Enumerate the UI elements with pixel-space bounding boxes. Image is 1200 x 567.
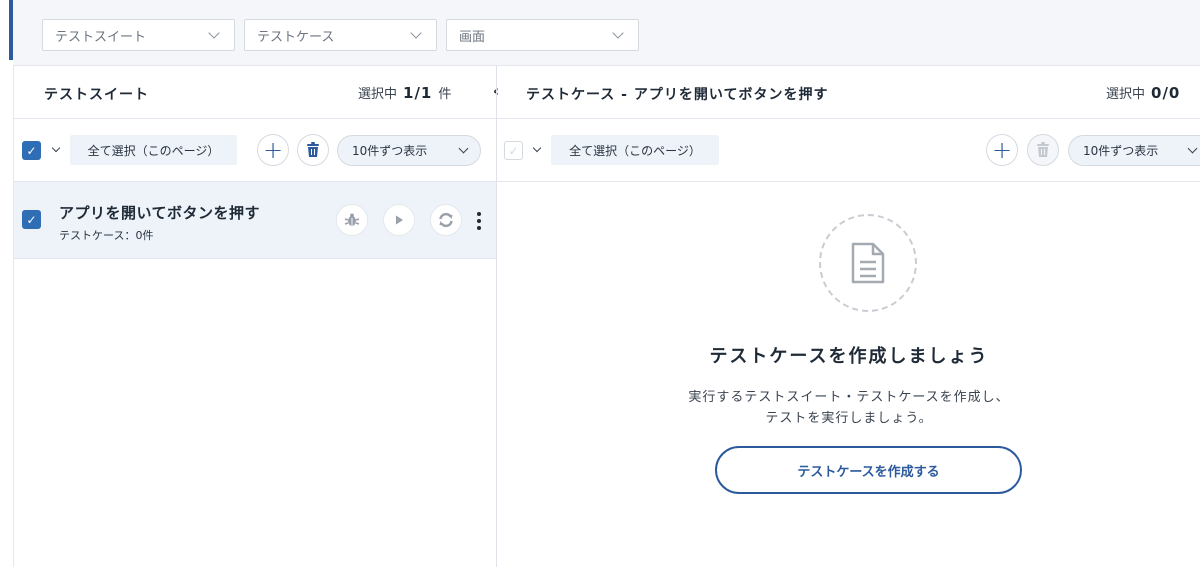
chevron-down-icon [458,143,469,154]
empty-desc-line-1: 実行するテストスイート・テストケースを作成し、 [688,390,1010,405]
trash-icon [1037,142,1049,157]
delete-suite-button[interactable] [297,134,329,166]
suite-toolbar: ✓ 全て選択（このページ） + 10件ずつ表示 [14,119,496,182]
refresh-icon [439,212,453,228]
trash-icon [307,142,319,157]
select-all-button[interactable]: 全て選択（このページ） [551,135,719,165]
suite-name: アプリを開いてボタンを押す [59,204,261,222]
select-all-checkbox[interactable]: ✓ [504,141,523,160]
page-size-label: 10件ずつ表示 [352,144,428,158]
test-case-panel: テストケース - アプリを開いてボタンを押す 選択中 0/0 ✓ 全て選択（この… [496,66,1200,567]
plus-icon: + [991,136,1013,164]
screen-filter-placeholder: 画面 [459,29,486,45]
suite-case-count: テストケース：0件 [59,229,154,242]
chevron-down-icon [1187,143,1198,154]
suite-filter-placeholder: テストスイート [55,29,147,45]
case-filter-placeholder: テストケース [257,29,335,45]
selection-value: 1/1 [403,84,433,102]
chevron-down-icon [612,27,624,39]
debug-button[interactable] [336,204,368,236]
test-case-header: テストケース - アプリを開いてボタンを押す 選択中 0/0 [497,66,1200,119]
empty-state: テストケースを作成しましょう 実行するテストスイート・テストケースを作成し、 テ… [497,182,1200,567]
add-suite-button[interactable]: + [257,134,289,166]
run-button[interactable] [383,204,415,236]
list-item[interactable]: ✓ アプリを開いてボタンを押す テストケース：0件 [14,182,497,259]
document-icon [851,242,885,284]
case-toolbar: ✓ 全て選択（このページ） + 10件ずつ表示 [497,119,1200,182]
chevron-down-icon [410,27,422,39]
selection-count: 選択中 0/0 [1106,83,1180,102]
create-test-case-button[interactable]: テストケースを作成する [715,446,1022,494]
selection-label: 選択中 [358,87,398,102]
delete-case-button[interactable] [1027,134,1059,166]
bug-icon [344,213,360,226]
panel-title: テストスイート [44,87,149,103]
panel-title: テストケース - アプリを開いてボタンを押す [526,87,829,103]
page-size-label: 10件ずつ表示 [1083,144,1159,158]
test-suite-panel: テストスイート 選択中 1/1 件 ✓ 全て選択（このページ） + 10件ずつ表… [13,66,497,567]
case-filter-select[interactable]: テストケース [244,19,437,51]
suite-filter-select[interactable]: テストスイート [42,19,235,51]
selection-unit: 件 [438,87,452,102]
plus-icon: + [262,136,284,164]
empty-state-title: テストケースを作成しましょう [709,346,989,367]
page-size-select[interactable]: 10件ずつ表示 [1068,135,1200,166]
empty-illustration [819,214,917,312]
empty-desc-line-2: テストを実行しましょう。 [765,411,933,426]
selection-value: 0/0 [1151,84,1181,102]
add-case-button[interactable]: + [986,134,1018,166]
selection-count: 選択中 1/1 件 [358,83,451,102]
page-size-select[interactable]: 10件ずつ表示 [337,135,481,166]
suite-checkbox[interactable]: ✓ [22,210,41,229]
screen-filter-select[interactable]: 画面 [446,19,639,51]
select-all-button[interactable]: 全て選択（このページ） [70,135,237,165]
selection-label: 選択中 [1106,87,1146,102]
more-options-icon[interactable] [477,212,481,230]
test-suite-header: テストスイート 選択中 1/1 件 [14,66,496,119]
select-all-checkbox[interactable]: ✓ [22,141,41,160]
filter-bar: テストスイート テストケース 画面 [13,0,1200,66]
chevron-down-icon [208,27,220,39]
play-icon [396,215,403,225]
sync-button[interactable] [430,204,462,236]
chevron-down-icon[interactable] [51,143,61,153]
chevron-down-icon[interactable] [532,143,542,153]
empty-state-description: 実行するテストスイート・テストケースを作成し、 テストを実行しましょう。 [497,387,1200,429]
